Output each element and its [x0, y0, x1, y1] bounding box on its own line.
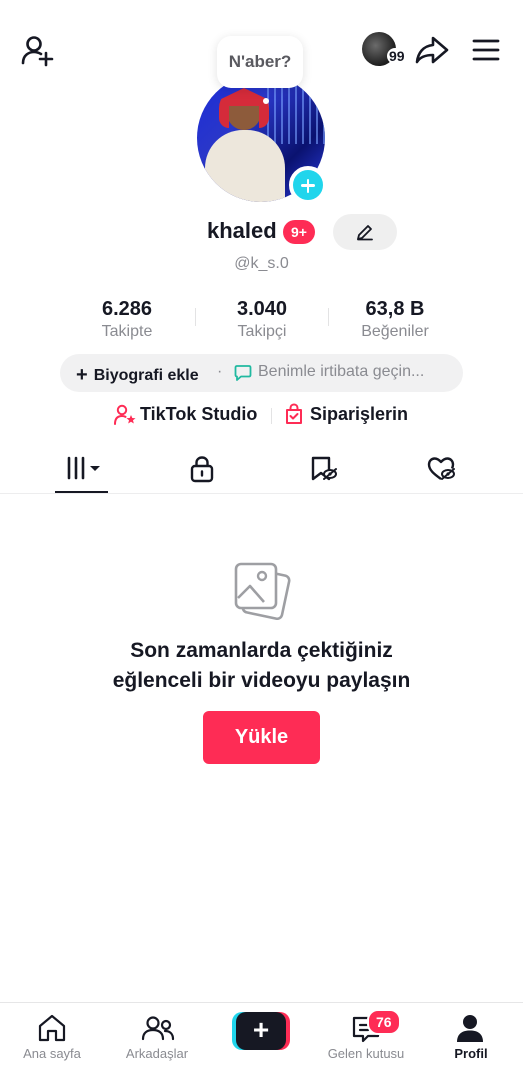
empty-state-title-line-2: eğlenceli bir videoyu paylaşın	[112, 669, 411, 692]
nav-friends-label: Arkadaşlar	[125, 1046, 189, 1061]
heart-hidden-icon	[427, 457, 455, 480]
nav-home[interactable]: Ana sayfa	[0, 1003, 104, 1080]
user-handle: @k_s.0	[234, 255, 289, 272]
chat-bubble-icon[interactable]	[234, 364, 252, 382]
name-row: khaled 9+	[0, 214, 523, 250]
content-tabs	[0, 446, 523, 494]
avatar-figure-body	[205, 130, 285, 202]
menu-icon[interactable]	[470, 36, 502, 64]
nav-inbox[interactable]: Gelen kutusu	[314, 1003, 418, 1080]
stat-following[interactable]: 6.286 Takipte	[57, 298, 197, 341]
upload-button[interactable]: Yükle	[203, 711, 320, 764]
profile-icon	[457, 1015, 483, 1042]
inbox-badge: 76	[367, 1009, 401, 1035]
links-divider	[271, 408, 272, 424]
orders-label: Siparişlerin	[310, 404, 409, 424]
profile-stats: 6.286 Takipte 3.040 Takipçi 63,8 B Beğen…	[0, 298, 523, 346]
share-icon[interactable]	[414, 34, 450, 66]
nav-home-label: Ana sayfa	[23, 1046, 81, 1061]
stat-following-value: 6.286	[101, 298, 153, 320]
creator-star-icon	[114, 404, 136, 425]
bio-separator: ·	[217, 363, 223, 380]
avatar-background-lights	[267, 84, 325, 144]
pencil-icon	[357, 225, 373, 241]
nav-friends[interactable]: Arkadaşlar	[105, 1003, 209, 1080]
tab-private[interactable]	[136, 446, 266, 494]
plus-icon: +	[76, 364, 88, 386]
plus-icon: +	[252, 1014, 270, 1045]
stat-followers-value: 3.040	[236, 298, 288, 320]
friends-icon	[141, 1016, 175, 1041]
bubble-pointer	[263, 98, 269, 104]
empty-state-title-line-1: Son zamanlarda çektiğiniz	[130, 639, 393, 662]
stat-likes[interactable]: 63,8 B Beğeniler	[325, 298, 465, 341]
add-bio-label: Biyografi ekle	[93, 367, 199, 384]
status-bubble[interactable]: N'aber?	[217, 36, 303, 88]
add-story-plus-icon[interactable]	[289, 166, 327, 204]
stat-followers-label: Takipçi	[237, 323, 287, 340]
username: khaled	[207, 218, 277, 243]
bookmark-hidden-icon	[311, 456, 337, 481]
links-row: TikTok Studio Siparişlerin	[0, 402, 523, 428]
tiktok-studio-label: TikTok Studio	[140, 404, 258, 424]
add-friend-icon[interactable]	[20, 33, 56, 67]
active-tab-indicator	[55, 491, 108, 493]
stat-followers[interactable]: 3.040 Takipçi	[192, 298, 332, 341]
notification-badge[interactable]: 9+	[283, 220, 315, 244]
stat-likes-label: Beğeniler	[361, 323, 429, 340]
stat-following-label: Takipte	[101, 323, 153, 340]
video-grid-icon	[67, 456, 100, 480]
nav-inbox-label: Gelen kutusu	[327, 1046, 405, 1061]
shopping-bag-icon	[286, 403, 302, 424]
create-button[interactable]: +	[232, 1012, 290, 1050]
stat-likes-value: 63,8 B	[365, 298, 425, 320]
bio-pill: + Biyografi ekle · Benimle irtibata geçin…	[60, 354, 463, 392]
tab-videos[interactable]	[16, 446, 146, 494]
tab-saved[interactable]	[256, 446, 386, 494]
contact-me-link[interactable]: Benimle irtibata geçin...	[258, 363, 448, 381]
edit-profile-button[interactable]	[333, 214, 397, 250]
nav-profile[interactable]: Profil	[419, 1003, 523, 1080]
home-icon	[38, 1014, 66, 1042]
bottom-nav: Ana sayfa Arkadaşlar + Gelen kutusu 76 P…	[0, 1002, 523, 1080]
story-count: 99	[387, 48, 407, 64]
add-bio-button[interactable]: + Biyografi ekle	[76, 363, 199, 386]
nav-profile-label: Profil	[454, 1046, 488, 1061]
lock-icon	[190, 456, 214, 483]
tab-liked[interactable]	[376, 446, 506, 494]
empty-state-title: Son zamanlarda çektiğiniz eğlenceli bir …	[0, 636, 523, 696]
photo-stack-icon	[234, 562, 291, 620]
